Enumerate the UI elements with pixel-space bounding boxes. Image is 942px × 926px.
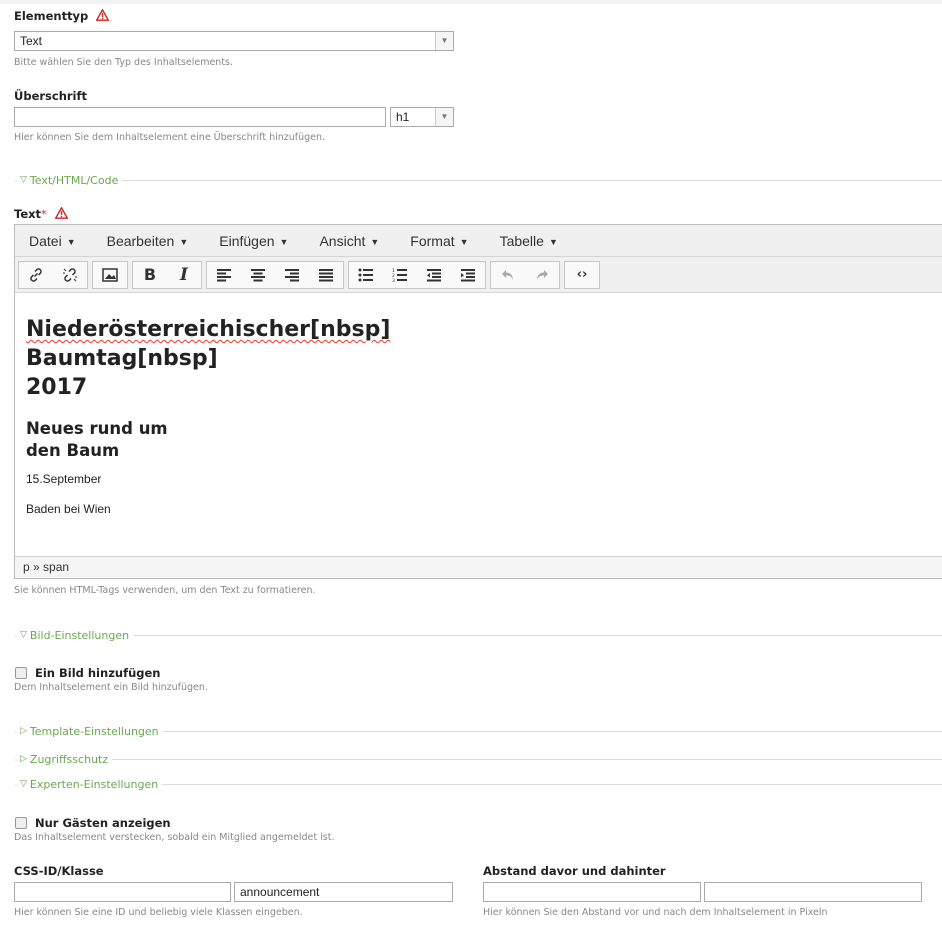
- align-right-icon[interactable]: [275, 262, 309, 288]
- warning-icon: [54, 206, 69, 222]
- text-help: Sie können HTML-Tags verwenden, um den T…: [14, 585, 316, 596]
- headline-help: Hier können Sie dem Inhaltselement eine …: [14, 132, 326, 143]
- align-center-icon[interactable]: [241, 262, 275, 288]
- headline-input[interactable]: [14, 107, 386, 127]
- rich-text-editor[interactable]: Datei ▼ Bearbeiten ▼ Einfügen ▼ Ansicht ▼ Fo…: [14, 224, 942, 579]
- editor-toolbar: B I 123 ‹›: [15, 257, 942, 293]
- section-template-settings[interactable]: - ▷ Template-Einstellungen: [14, 724, 942, 738]
- menu-table[interactable]: Tabelle ▼: [500, 233, 558, 249]
- content-paragraph-location: Baden bei Wien: [26, 502, 111, 516]
- content-paragraph-date: 15.September: [26, 472, 102, 486]
- editor-content[interactable]: Niederösterreichischer[nbsp] Baumtag[nbs…: [15, 293, 942, 555]
- triangle-down-icon: ▽: [19, 779, 27, 789]
- guests-only-label[interactable]: Nur Gästen anzeigen: [35, 816, 171, 830]
- top-bar: [0, 0, 942, 4]
- triangle-down-icon: ▽: [19, 175, 27, 185]
- menu-edit[interactable]: Bearbeiten ▼: [107, 233, 189, 249]
- section-text-html[interactable]: - ▽ Text/HTML/Code: [14, 173, 942, 187]
- spacing-help: Hier können Sie den Abstand vor und nach…: [483, 907, 828, 918]
- guests-only-checkbox[interactable]: [15, 817, 27, 829]
- menu-file[interactable]: Datei ▼: [29, 233, 76, 249]
- align-justify-icon[interactable]: [309, 262, 343, 288]
- css-class-input[interactable]: announcement: [234, 882, 453, 902]
- headline-label: Überschrift: [14, 89, 88, 103]
- select-arrow-icon: ▼: [435, 108, 453, 126]
- content-heading-1: Niederösterreichischer[nbsp] Baumtag[nbs…: [26, 317, 391, 400]
- svg-text:3: 3: [392, 278, 395, 282]
- element-type-help: Bitte wählen Sie den Typ des Inhaltselem…: [14, 57, 234, 68]
- spacing-after-input[interactable]: [704, 882, 922, 902]
- css-id-help: Hier können Sie eine ID und beliebig vie…: [14, 907, 303, 918]
- italic-icon[interactable]: I: [167, 262, 201, 288]
- element-type-label: Elementtyp: [14, 8, 110, 24]
- outdent-icon[interactable]: [417, 262, 451, 288]
- guests-only-help: Das Inhaltselement verstecken, sobald ei…: [14, 832, 335, 843]
- content-heading-2: Neues rund um den Baum: [26, 419, 168, 460]
- undo-icon[interactable]: [491, 262, 525, 288]
- numbered-list-icon[interactable]: 123: [383, 262, 417, 288]
- editor-status-path: p » span: [15, 556, 942, 578]
- bullet-list-icon[interactable]: [349, 262, 383, 288]
- section-image-settings[interactable]: - ▽ Bild-Einstellungen: [14, 628, 942, 642]
- redo-icon[interactable]: [525, 262, 559, 288]
- menu-view[interactable]: Ansicht ▼: [319, 233, 379, 249]
- element-type-select[interactable]: Text ▼: [14, 31, 454, 51]
- menu-insert[interactable]: Einfügen ▼: [219, 233, 288, 249]
- triangle-right-icon: ▷: [19, 754, 27, 764]
- link-icon[interactable]: [19, 262, 53, 288]
- headline-level-select[interactable]: h1 ▼: [390, 107, 454, 127]
- align-left-icon[interactable]: [207, 262, 241, 288]
- editor-menubar: Datei ▼ Bearbeiten ▼ Einfügen ▼ Ansicht ▼ Fo…: [15, 225, 942, 257]
- source-code-icon[interactable]: ‹›: [565, 262, 599, 288]
- add-image-label[interactable]: Ein Bild hinzufügen: [35, 666, 160, 680]
- spacing-before-input[interactable]: [483, 882, 701, 902]
- spacing-label: Abstand davor und dahinter: [483, 864, 666, 878]
- select-arrow-icon: ▼: [435, 32, 453, 50]
- indent-icon[interactable]: [451, 262, 485, 288]
- section-expert-settings[interactable]: - ▽ Experten-Einstellungen: [14, 777, 942, 791]
- add-image-checkbox[interactable]: [15, 667, 27, 679]
- triangle-right-icon: ▷: [19, 726, 27, 736]
- image-icon[interactable]: [93, 262, 127, 288]
- text-label: Text*: [14, 206, 69, 222]
- css-id-label: CSS-ID/Klasse: [14, 864, 104, 878]
- add-image-help: Dem Inhaltselement ein Bild hinzufügen.: [14, 682, 208, 693]
- section-access-protection[interactable]: - ▷ Zugriffsschutz: [14, 752, 942, 766]
- triangle-down-icon: ▽: [19, 630, 27, 640]
- warning-icon: [95, 8, 110, 24]
- bold-icon[interactable]: B: [133, 262, 167, 288]
- css-id-input[interactable]: [14, 882, 231, 902]
- menu-format[interactable]: Format ▼: [410, 233, 468, 249]
- unlink-icon[interactable]: [53, 262, 87, 288]
